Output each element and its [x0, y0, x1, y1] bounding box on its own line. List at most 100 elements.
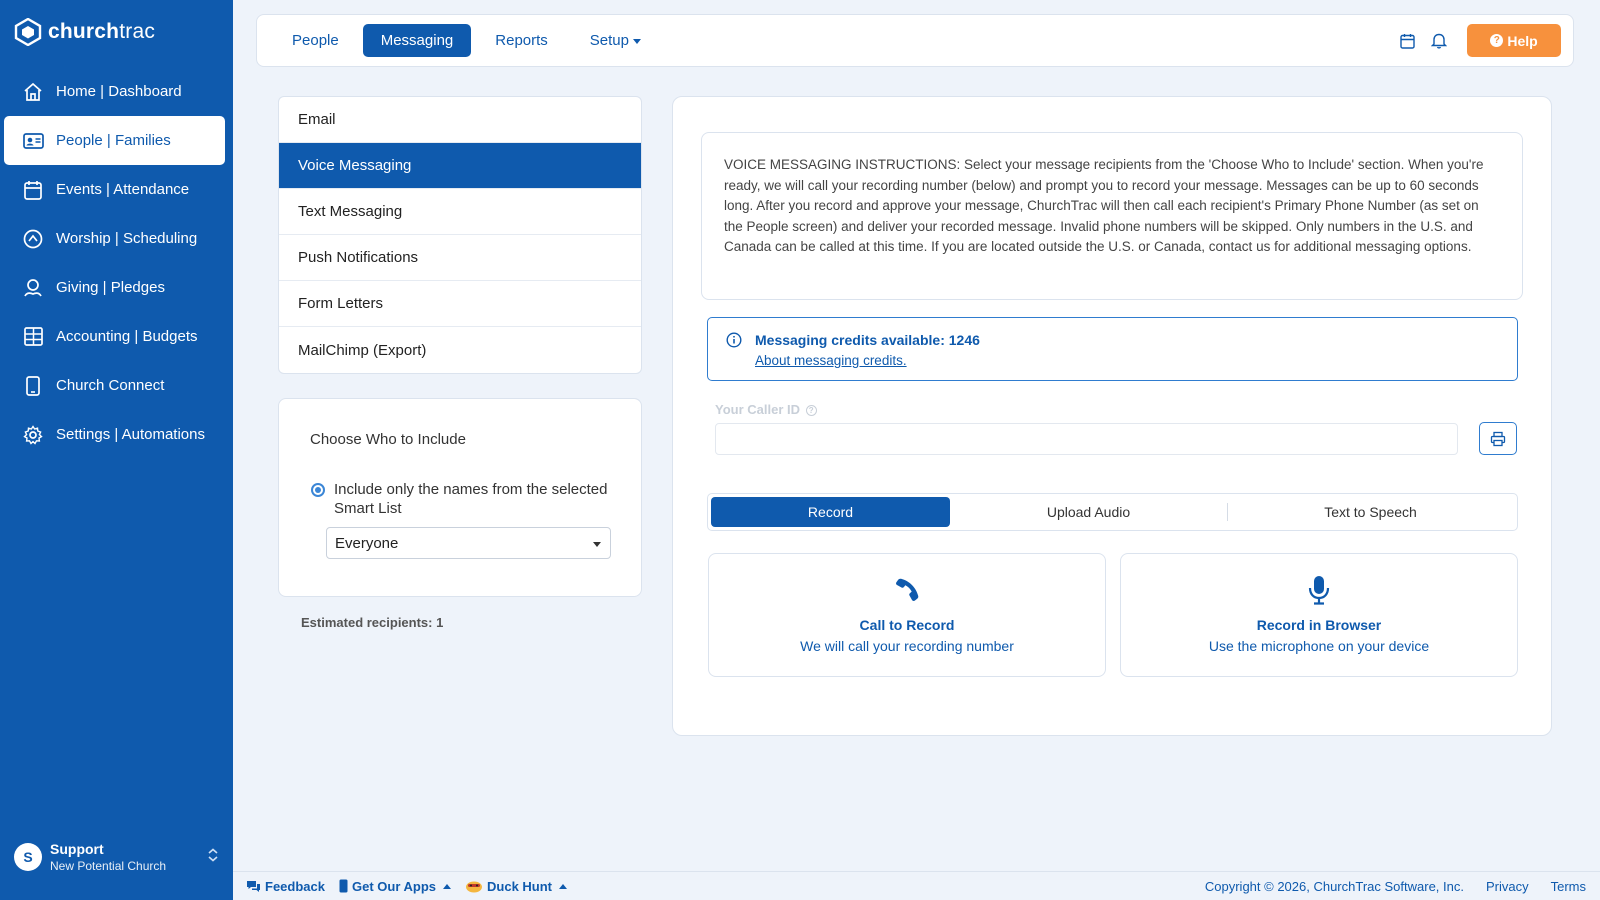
- option-subtitle: We will call your recording number: [800, 638, 1014, 654]
- sidebar-item-accounting[interactable]: Accounting | Budgets: [4, 312, 225, 361]
- calendar-icon: [22, 179, 44, 201]
- sidebar-item-label: Accounting | Budgets: [56, 328, 198, 345]
- id-card-icon: [22, 130, 44, 152]
- sidebar-item-settings[interactable]: Settings | Automations: [4, 410, 225, 459]
- feedback-label: Feedback: [265, 878, 325, 894]
- footer: Feedback Get Our Apps Duck Hunt Copyrigh…: [233, 871, 1600, 900]
- sidebar-item-worship[interactable]: Worship | Scheduling: [4, 214, 225, 263]
- home-icon: [22, 81, 44, 103]
- info-icon: [726, 332, 742, 348]
- top-nav-bar: People Messaging Reports Setup ? Help: [256, 14, 1574, 67]
- avatar: S: [14, 843, 42, 871]
- caret-up-icon: [443, 883, 452, 889]
- sidebar-item-label: Church Connect: [56, 377, 165, 394]
- duck-icon: [466, 881, 483, 893]
- duck-hunt-link[interactable]: Duck Hunt: [465, 878, 568, 894]
- copyright-text: Copyright © 2026, ChurchTrac Software, I…: [1204, 878, 1464, 894]
- worship-icon: [22, 228, 44, 250]
- smart-list-radio-option[interactable]: Include only the names from the selected…: [311, 480, 611, 518]
- duck-hunt-label: Duck Hunt: [487, 878, 553, 894]
- gear-icon: [22, 424, 44, 446]
- sidebar-item-church-connect[interactable]: Church Connect: [4, 361, 225, 410]
- tab-label: People: [292, 32, 339, 49]
- voice-messaging-panel: VOICE MESSAGING INSTRUCTIONS: Select you…: [672, 96, 1552, 736]
- privacy-link[interactable]: Privacy: [1486, 879, 1529, 894]
- radio-button[interactable]: [311, 483, 325, 497]
- terms-link[interactable]: Terms: [1551, 879, 1586, 894]
- sidebar-item-home[interactable]: Home | Dashboard: [4, 67, 225, 116]
- sidebar: churchtrac Home | Dashboard People | Fam…: [0, 0, 233, 900]
- call-to-record-card[interactable]: Call to Record We will call your recordi…: [708, 553, 1106, 677]
- sidebar-item-events[interactable]: Events | Attendance: [4, 165, 225, 214]
- top-tabs: People Messaging Reports Setup: [274, 24, 659, 57]
- microphone-icon: [1308, 576, 1330, 605]
- instructions-box: VOICE MESSAGING INSTRUCTIONS: Select you…: [701, 132, 1523, 300]
- user-name: Support: [50, 841, 104, 857]
- get-apps-link[interactable]: Get Our Apps: [339, 879, 452, 894]
- option-subtitle: Use the microphone on your device: [1208, 638, 1430, 654]
- messaging-menu: Email Voice Messaging Text Messaging Pus…: [278, 96, 642, 374]
- giving-icon: [22, 277, 44, 299]
- radio-label: Include only the names from the selected…: [334, 481, 608, 517]
- printer-icon: [1490, 431, 1506, 446]
- churchtrac-logo-icon: [14, 18, 42, 46]
- menu-item-push-notifications[interactable]: Push Notifications: [279, 235, 641, 281]
- question-icon: ?: [1490, 34, 1504, 47]
- help-button[interactable]: ? Help: [1467, 24, 1561, 57]
- brand[interactable]: churchtrac: [14, 18, 155, 46]
- about-credits-link[interactable]: About messaging credits.: [755, 353, 907, 368]
- menu-item-text-messaging[interactable]: Text Messaging: [279, 189, 641, 235]
- tab-messaging[interactable]: Messaging: [362, 24, 472, 57]
- tab-people[interactable]: People: [274, 24, 357, 57]
- sidebar-item-label: People | Families: [56, 132, 171, 149]
- grid-icon: [22, 326, 44, 348]
- sidebar-item-label: Events | Attendance: [56, 181, 190, 198]
- option-title: Call to Record: [859, 617, 955, 633]
- sidebar-item-giving[interactable]: Giving | Pledges: [4, 263, 225, 312]
- menu-item-email[interactable]: Email: [279, 97, 641, 143]
- help-label: Help: [1507, 32, 1538, 49]
- caller-id-input[interactable]: [715, 423, 1458, 455]
- brand-name: churchtrac: [48, 20, 156, 43]
- caret-down-icon: [593, 542, 601, 547]
- user-menu[interactable]: S Support New Potential Church: [14, 841, 224, 873]
- upload-audio-tab[interactable]: Upload Audio: [950, 497, 1227, 527]
- print-button[interactable]: [1479, 422, 1517, 455]
- estimated-recipients: Estimated recipients: 1: [301, 615, 444, 630]
- sidebar-item-label: Settings | Automations: [56, 426, 205, 443]
- menu-item-voice-messaging[interactable]: Voice Messaging: [279, 143, 641, 189]
- smart-list-select[interactable]: Everyone: [326, 527, 611, 559]
- sidebar-item-people[interactable]: People | Families: [4, 116, 225, 165]
- question-circle-icon: ?: [805, 405, 817, 417]
- chevron-up-down-icon[interactable]: [206, 847, 220, 863]
- caret-up-icon: [559, 883, 568, 889]
- text-to-speech-tab[interactable]: Text to Speech: [1228, 497, 1513, 527]
- credits-title: Messaging credits available: 1246: [755, 332, 980, 348]
- feedback-link[interactable]: Feedback: [246, 879, 325, 894]
- menu-item-form-letters[interactable]: Form Letters: [279, 281, 641, 327]
- tab-reports[interactable]: Reports: [477, 24, 566, 57]
- user-org: New Potential Church: [50, 859, 167, 873]
- menu-item-mailchimp-export[interactable]: MailChimp (Export): [279, 327, 641, 373]
- bell-icon[interactable]: [1429, 31, 1449, 51]
- phone-handset-icon: [896, 578, 919, 601]
- caret-down-icon: [633, 38, 641, 44]
- top-actions: ? Help: [1397, 24, 1561, 57]
- chat-icon: [247, 880, 260, 892]
- tab-label: Messaging: [380, 32, 454, 49]
- credits-alert: Messaging credits available: 1246 About …: [707, 317, 1518, 381]
- include-title: Choose Who to Include: [310, 431, 466, 448]
- tab-setup[interactable]: Setup: [572, 24, 659, 57]
- include-card: Choose Who to Include Include only the n…: [278, 398, 642, 597]
- recording-mode-tabs: Record Upload Audio Text to Speech: [707, 493, 1518, 531]
- tab-label: Reports: [495, 32, 548, 49]
- record-in-browser-card[interactable]: Record in Browser Use the microphone on …: [1120, 553, 1518, 677]
- sidebar-item-label: Worship | Scheduling: [56, 230, 198, 247]
- tab-label: Setup: [589, 32, 629, 49]
- record-tab[interactable]: Record: [711, 497, 950, 527]
- phone-icon: [22, 375, 44, 397]
- option-title: Record in Browser: [1256, 617, 1382, 633]
- sidebar-nav: Home | Dashboard People | Families Event…: [0, 67, 233, 459]
- sidebar-item-label: Giving | Pledges: [56, 279, 165, 296]
- calendar-icon[interactable]: [1397, 31, 1417, 51]
